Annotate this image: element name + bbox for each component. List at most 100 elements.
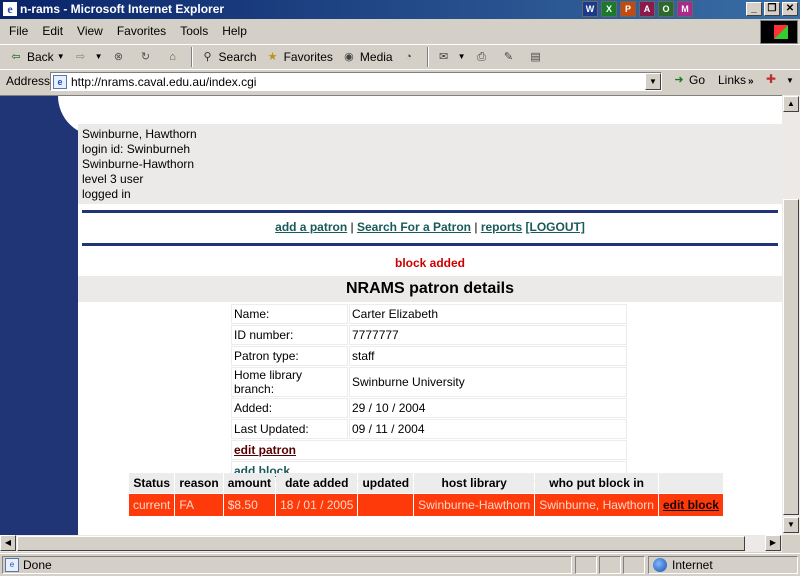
detail-label: Name: xyxy=(231,304,348,324)
scroll-up-icon[interactable]: ▲ xyxy=(783,96,799,112)
internet-globe-icon xyxy=(653,558,667,572)
block-status: current xyxy=(129,494,175,516)
block-action-cell: edit block xyxy=(658,494,723,516)
detail-value: Swinburne University xyxy=(349,367,627,397)
scroll-down-icon[interactable]: ▼ xyxy=(783,517,799,533)
left-decorative-bar xyxy=(0,96,78,535)
windows-flag-icon xyxy=(774,25,788,39)
detail-row: Patron type: staff xyxy=(231,346,627,366)
scroll-left-icon[interactable]: ◀ xyxy=(0,535,16,551)
minimize-button[interactable]: _ xyxy=(746,2,762,16)
go-arrow-icon: ➜ xyxy=(674,74,684,86)
forward-button[interactable]: ⇨ ▼ xyxy=(69,46,107,68)
outlook-icon[interactable]: O xyxy=(658,1,674,17)
detail-value: 7777777 xyxy=(349,325,627,345)
status-text: Done xyxy=(23,558,52,572)
address-label: Address xyxy=(6,74,51,88)
nav-separator: | xyxy=(350,220,354,234)
page-viewport: Swinburne, Hawthorn login id: Swinburneh… xyxy=(0,95,782,535)
detail-label: ID number: xyxy=(231,325,348,345)
links-button[interactable]: Links» xyxy=(718,73,754,87)
detail-label: Home library branch: xyxy=(231,367,348,397)
address-dropdown-icon[interactable]: ▼ xyxy=(645,73,661,90)
word-icon[interactable]: W xyxy=(582,1,598,17)
discuss-button[interactable]: ▤ xyxy=(524,46,551,68)
col-host-library: host library xyxy=(414,473,535,493)
menu-favorites[interactable]: Favorites xyxy=(110,24,173,38)
menu-file[interactable]: File xyxy=(2,24,35,38)
search-button[interactable]: ⚲ Search xyxy=(196,46,261,68)
toolbar-separator xyxy=(190,46,193,67)
access-icon[interactable]: A xyxy=(639,1,655,17)
block-date-added: 18 / 01 / 2005 xyxy=(276,494,358,516)
go-label: Go xyxy=(689,73,706,87)
detail-label: Patron type: xyxy=(231,346,348,366)
ie-logo-icon: e xyxy=(3,2,17,16)
menu-tools[interactable]: Tools xyxy=(173,24,215,38)
address-input[interactable]: e http://nrams.caval.edu.au/index.cgi ▼ xyxy=(50,72,662,91)
scroll-right-icon[interactable]: ▶ xyxy=(765,535,781,551)
menu-edit[interactable]: Edit xyxy=(35,24,70,38)
powerpoint-icon[interactable]: P xyxy=(620,1,636,17)
mail-button[interactable]: ✉ ▼ xyxy=(432,46,470,68)
edit-block-link[interactable]: edit block xyxy=(663,498,719,512)
vertical-scrollbar[interactable]: ▲ ▼ xyxy=(782,95,800,535)
logout-link[interactable]: [LOGOUT] xyxy=(526,220,585,234)
address-url[interactable]: http://nrams.caval.edu.au/index.cgi xyxy=(71,75,256,89)
media-button[interactable]: ◉ Media xyxy=(337,46,397,68)
vertical-scroll-thumb[interactable] xyxy=(783,199,799,515)
mail-icon: ✉ xyxy=(439,50,449,63)
patron-details-table: Name: Carter Elizabeth ID number: 7777777 … xyxy=(230,303,628,482)
go-button[interactable]: ➜ Go xyxy=(672,73,705,87)
forward-dropdown-icon[interactable]: ▼ xyxy=(95,52,103,61)
print-button[interactable]: ⎙ xyxy=(470,46,497,68)
reports-link[interactable]: reports xyxy=(481,220,522,234)
stop-button[interactable]: ⊗ xyxy=(107,46,134,68)
scrollbar-corner xyxy=(782,535,800,552)
window-controls: _ ❐ ✕ xyxy=(744,2,798,16)
detail-label: Added: xyxy=(231,398,348,418)
back-button[interactable]: ⇦ Back ▼ xyxy=(4,46,69,68)
status-text-panel: e Done xyxy=(2,556,572,574)
search-patron-link[interactable]: Search For a Patron xyxy=(357,220,471,234)
link-shortcut-icon[interactable]: ✚ xyxy=(762,72,780,90)
blocks-table: Status reason amount date added updated … xyxy=(128,472,724,517)
excel-icon[interactable]: X xyxy=(601,1,617,17)
user-level-line: level 3 user xyxy=(82,172,144,186)
menu-view[interactable]: View xyxy=(70,24,110,38)
links-chevron-icon: » xyxy=(748,76,754,87)
edit-page-icon: ✎ xyxy=(503,50,514,63)
close-button[interactable]: ✕ xyxy=(782,2,798,16)
refresh-button[interactable]: ↻ xyxy=(134,46,161,68)
edit-button[interactable]: ✎ xyxy=(497,46,524,68)
toolbar-separator xyxy=(426,46,429,67)
media-app-icon[interactable]: M xyxy=(677,1,693,17)
history-icon: ◔ xyxy=(405,50,412,63)
search-label: Search xyxy=(218,49,257,64)
window-title: n-rams - Microsoft Internet Explorer xyxy=(20,2,225,16)
add-patron-link[interactable]: add a patron xyxy=(275,220,347,234)
horizontal-scrollbar[interactable]: ◀ ▶ xyxy=(0,535,782,552)
user-branch-line: Swinburne-Hawthorn xyxy=(82,157,195,171)
detail-row: Added: 29 / 10 / 2004 xyxy=(231,398,627,418)
home-button[interactable]: ⌂ xyxy=(161,46,188,68)
col-who-put-block: who put block in xyxy=(535,473,658,493)
detail-value: 09 / 11 / 2004 xyxy=(349,419,627,439)
col-date-added: date added xyxy=(276,473,358,493)
status-panel xyxy=(575,556,597,574)
link-dropdown-icon[interactable]: ▼ xyxy=(786,76,794,85)
quick-launch-icons: W X P A O M xyxy=(582,0,693,19)
horizontal-scroll-thumb[interactable] xyxy=(17,536,745,551)
col-updated: updated xyxy=(358,473,414,493)
edit-patron-link[interactable]: edit patron xyxy=(234,443,296,457)
media-label: Media xyxy=(359,49,393,64)
back-dropdown-icon[interactable]: ▼ xyxy=(57,52,65,61)
mail-dropdown-icon[interactable]: ▼ xyxy=(458,52,466,61)
menu-help[interactable]: Help xyxy=(215,24,254,38)
favorites-button[interactable]: ★ Favorites xyxy=(261,46,337,68)
security-zone-panel: Internet xyxy=(648,556,798,574)
history-button[interactable]: ◔ xyxy=(397,46,424,68)
back-label: Back xyxy=(27,49,54,64)
restore-button[interactable]: ❐ xyxy=(764,2,780,16)
menu-bar: File Edit View Favorites Tools Help xyxy=(0,20,760,42)
